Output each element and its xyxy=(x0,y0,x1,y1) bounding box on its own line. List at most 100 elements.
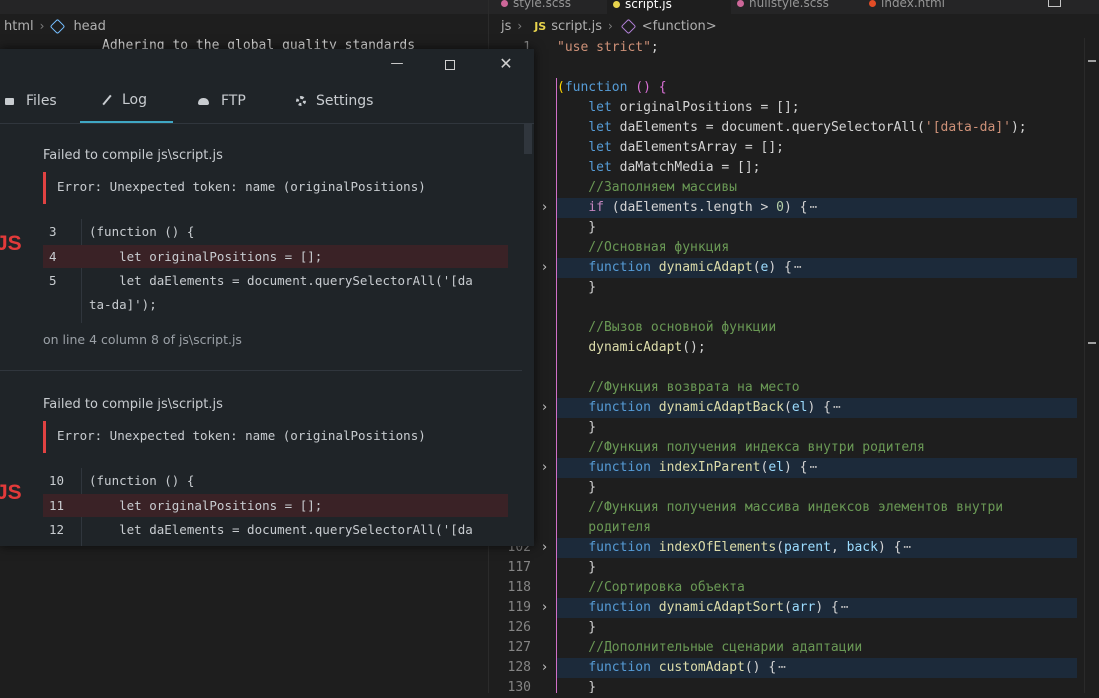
tab-style-scss[interactable]: style.scss xyxy=(495,0,571,14)
code-line[interactable]: function dynamicAdapt(e) {⋯ xyxy=(557,258,1077,278)
split-editor-icon[interactable] xyxy=(1048,0,1061,7)
log-scrollbar[interactable] xyxy=(522,124,534,546)
log-list[interactable]: Failed to compile js\script.js Error: Un… xyxy=(0,124,522,546)
code-line[interactable]: } xyxy=(557,218,1077,238)
tab-files[interactable]: Files xyxy=(5,79,57,123)
code-token: } xyxy=(557,680,597,693)
code-token: } xyxy=(557,480,597,495)
window-titlebar[interactable]: — ✕ xyxy=(0,49,534,79)
code-line[interactable]: function dynamicAdaptBack(el) {⋯ xyxy=(557,398,1077,418)
code-token: let xyxy=(588,120,612,135)
scrollbar-thumb[interactable] xyxy=(524,124,532,154)
tab-label: Log xyxy=(121,92,147,108)
fold-chevron-icon[interactable]: › xyxy=(542,598,552,618)
editor-scrollbar[interactable] xyxy=(1084,38,1099,693)
fold-chevron-icon[interactable]: › xyxy=(542,398,552,418)
code-line[interactable]: function dynamicAdaptSort(arr) {⋯ xyxy=(557,598,1077,618)
fold-chevron-icon[interactable]: › xyxy=(542,538,552,558)
tab-ftp[interactable]: FTP xyxy=(198,79,246,123)
code-line[interactable]: //Функция получения индекса внутри родит… xyxy=(557,438,1077,458)
source-line-number: 11 xyxy=(49,498,65,513)
code-line[interactable]: //Функция получения массива индексов эле… xyxy=(557,498,1077,518)
code-line[interactable] xyxy=(557,58,1077,78)
code-token: //Дополнительные сценарии адаптации xyxy=(557,640,863,655)
code-token: ) { xyxy=(815,600,839,615)
code-line[interactable]: if (daElements.length > 0) {⋯ xyxy=(557,198,1077,218)
right-editor-pane[interactable]: style.scss script.js nullstyle.scss inde… xyxy=(489,0,1099,695)
code-token: function xyxy=(588,600,651,615)
code-token: daElementsArray = []; xyxy=(611,140,784,155)
code-line[interactable]: //Сортировка объекта xyxy=(557,578,1077,598)
breadcrumb-head[interactable]: head xyxy=(69,19,109,34)
compile-log-window[interactable]: — ✕ Files Log FTP Settings Failed to com… xyxy=(0,49,534,546)
code-line[interactable]: //Заполняем массивы xyxy=(557,178,1077,198)
code-token: customAdapt xyxy=(658,660,745,675)
folded-region-ellipsis[interactable]: ⋯ xyxy=(809,458,817,478)
breadcrumb: js › JS script.js › <function> xyxy=(489,14,1099,38)
tab-label: index.html xyxy=(881,0,945,10)
code-line[interactable]: //Функция возврата на место xyxy=(557,378,1077,398)
code-line[interactable]: let daMatchMedia = []; xyxy=(557,158,1077,178)
code-line[interactable]: function indexOfElements(parent, back) {… xyxy=(557,538,1077,558)
minimize-button[interactable]: — xyxy=(382,54,412,74)
code-line[interactable]: function customAdapt() {⋯ xyxy=(557,658,1077,678)
fold-chevron-icon[interactable]: › xyxy=(542,458,552,478)
left-tab-strip xyxy=(0,0,488,14)
code-line[interactable]: родителя xyxy=(557,518,1077,538)
breadcrumb-folder[interactable]: js xyxy=(501,19,511,34)
code-line[interactable]: let daElementsArray = []; xyxy=(557,138,1077,158)
tab-nullstyle-scss[interactable]: nullstyle.scss xyxy=(731,0,829,14)
code-line[interactable]: } xyxy=(557,478,1077,498)
symbol-function-icon xyxy=(620,18,637,34)
code-line[interactable]: } xyxy=(557,558,1077,578)
code-line[interactable]: //Основная функция xyxy=(557,238,1077,258)
folded-region-ellipsis[interactable]: ⋯ xyxy=(778,658,786,678)
source-line-number: 10 xyxy=(49,473,65,488)
breadcrumb-symbol[interactable]: <function> xyxy=(642,19,717,34)
tab-settings[interactable]: Settings xyxy=(296,79,373,123)
fold-chevron-icon[interactable]: › xyxy=(542,658,552,678)
code-token: daElements = document.querySelectorAll( xyxy=(611,120,925,135)
fold-chevron-icon[interactable]: › xyxy=(542,198,552,218)
code-line[interactable]: (function () { xyxy=(557,78,1077,98)
folded-region-ellipsis[interactable]: ⋯ xyxy=(903,538,911,558)
code-line[interactable]: function indexInParent(el) {⋯ xyxy=(557,458,1077,478)
folded-region-ellipsis[interactable]: ⋯ xyxy=(841,598,849,618)
fold-chevron-icon[interactable]: › xyxy=(542,258,552,278)
folded-region-ellipsis[interactable]: ⋯ xyxy=(809,198,817,218)
folded-region-ellipsis[interactable]: ⋯ xyxy=(794,258,802,278)
close-button[interactable]: ✕ xyxy=(491,54,521,74)
cloud-upload-icon xyxy=(198,97,209,105)
tab-index-html[interactable]: index.html xyxy=(863,0,945,14)
code-token: //Функция получения индекса внутри родит… xyxy=(557,440,925,455)
breadcrumb-html[interactable]: html xyxy=(0,19,38,34)
code-line[interactable]: } xyxy=(557,418,1077,438)
code-token: ( xyxy=(784,400,792,415)
code-token: dynamicAdapt xyxy=(588,340,683,355)
code-line[interactable]: } xyxy=(557,678,1077,693)
code-line[interactable]: let daElements = document.querySelectorA… xyxy=(557,118,1077,138)
code-line[interactable]: "use strict"; xyxy=(557,38,1077,58)
code-line[interactable]: let originalPositions = []; xyxy=(557,98,1077,118)
tab-log[interactable]: Log xyxy=(80,79,173,123)
code-line[interactable]: //Вызов основной функции xyxy=(557,318,1077,338)
folded-region-ellipsis[interactable]: ⋯ xyxy=(833,398,841,418)
code-line[interactable] xyxy=(557,358,1077,378)
code-line[interactable]: dynamicAdapt(); xyxy=(557,338,1077,358)
maximize-button[interactable] xyxy=(435,54,465,74)
code-area[interactable]: "use strict"; (function () { let original… xyxy=(557,38,1077,693)
code-token: indexOfElements xyxy=(658,540,777,555)
code-line[interactable]: } xyxy=(557,278,1077,298)
tab-script-js[interactable]: script.js xyxy=(607,0,731,14)
breadcrumb-file[interactable]: script.js xyxy=(551,19,602,34)
brush-icon xyxy=(102,94,112,106)
code-line[interactable]: } xyxy=(557,618,1077,638)
code-line[interactable]: //Дополнительные сценарии адаптации xyxy=(557,638,1077,658)
code-line[interactable] xyxy=(557,298,1077,318)
